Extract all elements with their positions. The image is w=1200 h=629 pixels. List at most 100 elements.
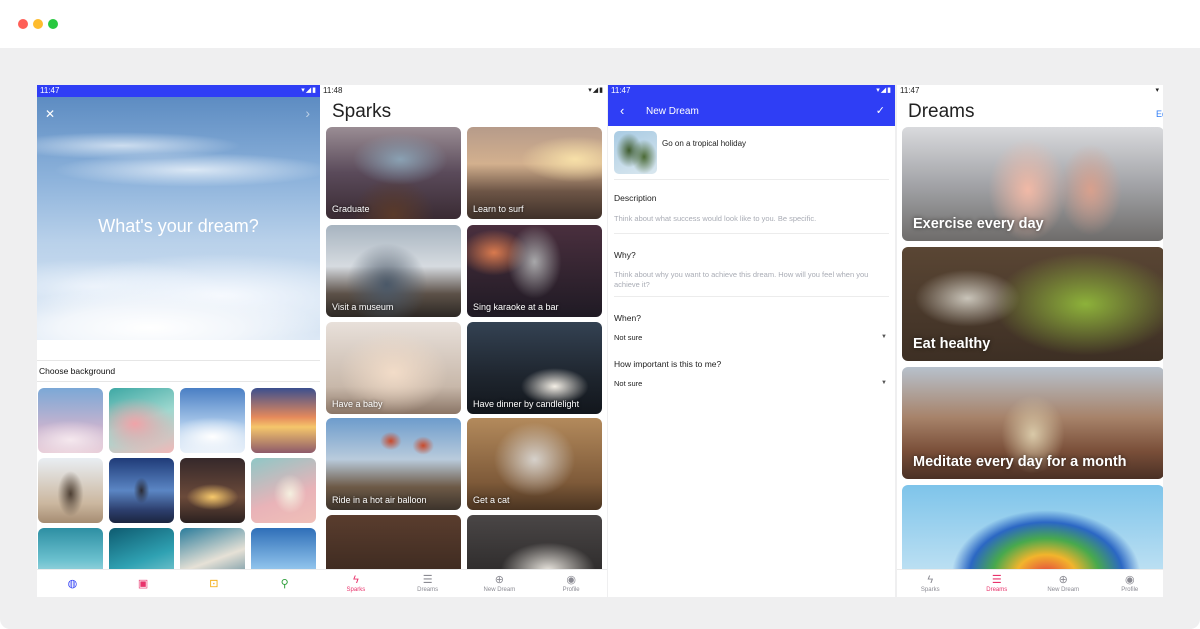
tab-label: Sparks (920, 587, 940, 593)
screen-choose-background: 11:47 ▾◢▮ ✕ › What's your dream? Choose … (37, 85, 320, 597)
importance-label: How important is this to me? (614, 359, 722, 369)
spark-card[interactable]: Have dinner by candlelight (467, 322, 602, 414)
status-icons: ▾◢▮ (588, 87, 604, 94)
dream-card[interactable]: Meditate every day for a month (902, 367, 1163, 479)
search-icon: ⚲ (280, 577, 289, 590)
tab-search[interactable]: ⚲ (249, 570, 320, 597)
tab-briefcase[interactable]: ⊡ (179, 570, 250, 597)
background-option[interactable] (251, 458, 316, 523)
when-label: When? (614, 313, 641, 323)
spark-card-label: Have dinner by candlelight (473, 399, 580, 409)
background-option[interactable] (251, 388, 316, 453)
background-option[interactable] (38, 388, 103, 453)
image-icon: ▣ (137, 577, 149, 590)
why-label: Why? (614, 250, 636, 260)
profile-icon: ◉ (1124, 574, 1135, 586)
maximize-window-dot[interactable] (48, 19, 58, 29)
chevron-down-icon[interactable]: ▼ (881, 380, 887, 386)
back-icon[interactable]: ‹ (620, 103, 624, 118)
list-icon: ☰ (422, 574, 433, 586)
dream-thumbnail[interactable] (614, 131, 657, 174)
close-window-dot[interactable] (18, 19, 28, 29)
minimize-window-dot[interactable] (33, 19, 43, 29)
chevron-right-icon[interactable]: › (305, 105, 310, 121)
page-title: Sparks (332, 101, 392, 122)
spark-card[interactable]: Have a baby (326, 322, 461, 414)
importance-select[interactable]: Not sure (614, 379, 642, 388)
spark-card[interactable]: Ride in a hot air balloon (326, 418, 461, 510)
tab-label: Profile (562, 587, 580, 593)
background-option[interactable] (109, 458, 174, 523)
choose-background-label: Choose background (37, 360, 320, 382)
tab-sparks[interactable]: ϟ Sparks (897, 570, 964, 597)
dream-card[interactable]: Eat healthy (902, 247, 1163, 361)
edit-link[interactable]: Ed (1156, 109, 1163, 119)
chevron-down-icon[interactable]: ▼ (881, 334, 887, 340)
status-time: 11:47 (611, 86, 631, 95)
bottom-nav: ϟ Sparks ☰ Dreams ⊕ New Dream ◉ Profile (320, 569, 607, 597)
tab-image[interactable]: ▣ (108, 570, 179, 597)
spark-card-label: Ride in a hot air balloon (332, 495, 427, 505)
status-icons: ▾ (1155, 87, 1160, 94)
tab-palette[interactable]: ◍ (37, 570, 108, 597)
spark-card[interactable]: Learn to surf (467, 127, 602, 219)
status-icons: ▾◢▮ (876, 87, 892, 94)
dream-card-label: Meditate every day for a month (913, 454, 1127, 470)
tab-label: Sparks (346, 587, 366, 593)
status-bar: 11:47 ▾◢▮ (37, 85, 320, 97)
screen-sparks: 11:48 ▾◢▮ Sparks Graduate Learn to surf … (320, 85, 607, 597)
dream-prompt: What's your dream? (98, 216, 259, 236)
list-icon: ☰ (991, 574, 1002, 586)
screen-new-dream: 11:47 ▾◢▮ ‹ New Dream ✓ Go on a tropical… (608, 85, 895, 597)
tab-sparks[interactable]: ϟ Sparks (320, 570, 392, 597)
tab-profile[interactable]: ◉ Profile (1097, 570, 1164, 597)
description-input[interactable]: Think about what success would look like… (614, 214, 889, 224)
description-label: Description (614, 193, 657, 203)
background-option[interactable] (180, 458, 245, 523)
tab-dreams[interactable]: ☰ Dreams (964, 570, 1031, 597)
spark-card[interactable]: Graduate (326, 127, 461, 219)
spark-card-label: Graduate (332, 204, 370, 214)
spark-card-label: Sing karaoke at a bar (473, 302, 559, 312)
close-icon[interactable]: ✕ (45, 107, 55, 121)
app-bar: ‹ New Dream ✓ (608, 97, 895, 126)
tab-dreams[interactable]: ☰ Dreams (392, 570, 464, 597)
spark-card[interactable]: Sing karaoke at a bar (467, 225, 602, 317)
divider (614, 233, 889, 234)
status-icons: ▾◢▮ (301, 87, 317, 94)
tab-label: New Dream (483, 587, 516, 593)
status-time: 11:48 (323, 86, 343, 95)
status-bar: 11:48 ▾◢▮ (320, 85, 607, 97)
status-time: 11:47 (900, 86, 920, 95)
background-source-bar: ◍ ▣ ⊡ ⚲ (37, 569, 320, 597)
why-input[interactable]: Think about why you want to achieve this… (614, 270, 889, 290)
spark-card-label: Have a baby (332, 399, 383, 409)
profile-icon: ◉ (566, 574, 576, 586)
briefcase-icon: ⊡ (209, 577, 219, 590)
tab-new-dream[interactable]: ⊕ New Dream (1030, 570, 1097, 597)
dream-card-label: Exercise every day (913, 216, 1044, 232)
tab-profile[interactable]: ◉ Profile (535, 570, 607, 597)
tab-label: Profile (1121, 587, 1139, 593)
page-title: Dreams (908, 101, 975, 122)
background-option[interactable] (38, 458, 103, 523)
divider (614, 296, 889, 297)
when-select[interactable]: Not sure (614, 333, 642, 342)
tab-label: Dreams (986, 587, 1008, 593)
status-time: 11:47 (40, 86, 60, 95)
spark-card[interactable]: Visit a museum (326, 225, 461, 317)
window-titlebar (0, 0, 1200, 48)
lightning-icon: ϟ (352, 574, 359, 586)
background-option[interactable] (109, 388, 174, 453)
spark-card[interactable]: Get a cat (467, 418, 602, 510)
dream-name-field[interactable]: Go on a tropical holiday (662, 139, 746, 148)
status-bar: 11:47 ▾◢▮ (608, 85, 895, 97)
dream-card[interactable] (902, 485, 1163, 575)
background-option[interactable] (180, 388, 245, 453)
tab-new-dream[interactable]: ⊕ New Dream (464, 570, 536, 597)
add-circle-icon: ⊕ (1058, 574, 1068, 586)
dream-card[interactable]: Exercise every day (902, 127, 1163, 241)
dream-card-label: Eat healthy (913, 336, 991, 352)
lightning-icon: ϟ (927, 574, 934, 586)
check-icon[interactable]: ✓ (876, 104, 885, 117)
